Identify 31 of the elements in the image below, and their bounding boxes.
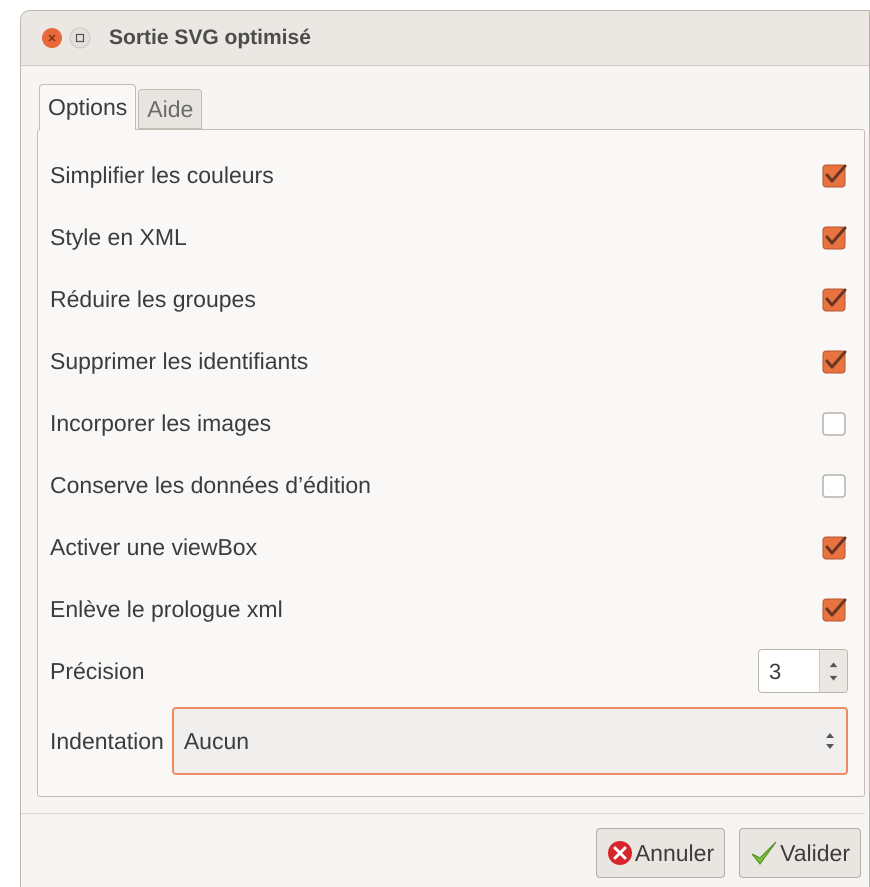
- close-icon[interactable]: [41, 27, 63, 49]
- checkbox[interactable]: [822, 162, 848, 188]
- checkbox[interactable]: [822, 224, 848, 250]
- option-label: Activer une viewBox: [50, 532, 258, 562]
- option-label: Réduire les groupes: [50, 284, 256, 314]
- checkmark-icon: [750, 840, 778, 866]
- maximize-icon[interactable]: [69, 27, 91, 49]
- dropdown[interactable]: Aucun: [172, 707, 848, 775]
- option-label: Indentation: [50, 726, 164, 756]
- checkbox[interactable]: [822, 472, 848, 498]
- option-label: Style en XML: [50, 222, 187, 252]
- option-label: Incorporer les images: [50, 408, 272, 438]
- checkbox[interactable]: [822, 348, 848, 374]
- tab[interactable]: Options: [39, 84, 136, 130]
- checkbox[interactable]: [822, 596, 848, 622]
- cancel-button[interactable]: Annuler: [596, 828, 726, 878]
- close-icon: [606, 840, 633, 866]
- ok-button[interactable]: Valider: [739, 828, 861, 878]
- spin-field[interactable]: 3: [758, 649, 848, 693]
- option-label: Enlève le prologue xml: [50, 594, 283, 624]
- option-label: Simplifier les couleurs: [50, 160, 274, 190]
- spin-arrows-icon[interactable]: [819, 650, 847, 692]
- checkbox[interactable]: [822, 534, 848, 560]
- option-label: Conserve les données d’édition: [50, 470, 371, 500]
- spin-value: 3: [768, 658, 782, 686]
- checkbox[interactable]: [822, 286, 848, 312]
- window-title: Sortie SVG optimisé: [109, 25, 311, 52]
- checkbox[interactable]: [822, 410, 848, 436]
- option-label: Précision: [50, 656, 145, 686]
- tab[interactable]: Aide: [138, 89, 202, 129]
- option-label: Supprimer les identifiants: [50, 346, 308, 376]
